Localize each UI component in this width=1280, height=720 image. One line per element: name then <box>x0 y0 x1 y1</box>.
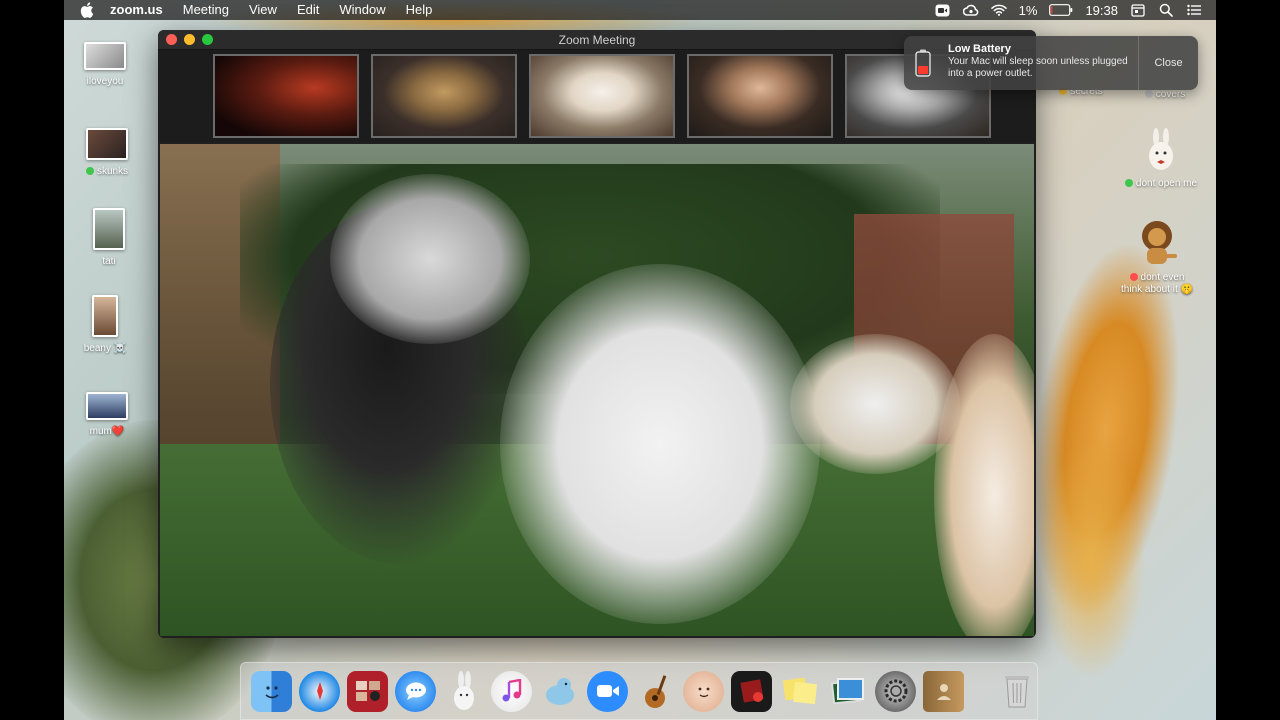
desktop-icon-label-line1: dont even <box>1112 272 1202 284</box>
face-app-icon[interactable] <box>683 670 724 712</box>
desktop-icon-label-line2: think about it 🤫 <box>1121 284 1193 295</box>
participant-tile-4[interactable] <box>687 54 833 138</box>
person-video-tile <box>689 56 831 136</box>
active-speaker-video[interactable] <box>160 144 1034 636</box>
battery-icon[interactable] <box>1049 3 1073 17</box>
finder-icon[interactable] <box>251 670 292 712</box>
low-battery-notification[interactable]: Low Battery Your Mac will sleep soon unl… <box>904 36 1198 90</box>
green-tag-icon <box>85 167 94 175</box>
image-thumbnail <box>93 208 125 250</box>
notification-center-icon[interactable] <box>1186 3 1202 17</box>
desktop-icon-mum[interactable]: mum❤️ <box>62 392 152 438</box>
desktop-icon-label-text: dont open me <box>1135 178 1198 189</box>
menu-edit[interactable]: Edit <box>287 0 329 20</box>
garageband-icon[interactable] <box>635 671 676 712</box>
dog-video-tile <box>373 56 515 136</box>
small-dog <box>790 334 960 474</box>
trash-icon[interactable] <box>996 671 1037 712</box>
photo-booth-icon[interactable] <box>347 670 388 712</box>
person-video-tile <box>215 56 357 136</box>
notification-close-button[interactable]: Close <box>1138 36 1198 90</box>
desktop-icon-beany[interactable]: beany ☠️ <box>60 295 150 355</box>
notification-title: Low Battery <box>948 43 1011 55</box>
desktop-icon-label: iloveyou <box>86 76 124 87</box>
contacts-icon[interactable] <box>923 670 964 712</box>
wallpaper-petal <box>1036 440 1146 680</box>
desktop-icon-label: beany ☠️ <box>83 343 127 354</box>
desktop-icon-dont-open-me[interactable]: dont open me <box>1116 128 1206 190</box>
desktop-icon-label: dont open me <box>1116 178 1206 190</box>
photo-app-icon[interactable] <box>731 670 772 712</box>
maximize-window-button[interactable] <box>202 34 213 45</box>
desktop-icon-label-text: skunks <box>96 166 129 177</box>
notification-message: Your Mac will sleep soon unless plugged … <box>948 56 1128 79</box>
desktop-icon-label: covers <box>1120 89 1210 101</box>
desktop-icon-skunks[interactable]: skunks <box>62 128 152 178</box>
close-window-button[interactable] <box>166 34 177 45</box>
lion-icon <box>1135 218 1179 268</box>
menu-window[interactable]: Window <box>329 0 395 20</box>
zoom-meeting-window: Zoom Meeting <box>158 30 1036 638</box>
dog-video-tile <box>531 56 673 136</box>
image-thumbnail <box>84 42 126 70</box>
seal-app-icon[interactable] <box>539 671 580 712</box>
menu-bar: zoom.us Meeting View Edit Window Help 1%… <box>64 0 1216 20</box>
menu-meeting[interactable]: Meeting <box>173 0 239 20</box>
zoom-status-icon[interactable] <box>935 3 951 17</box>
battery-warning-icon <box>904 36 942 90</box>
image-thumbnail <box>86 392 128 420</box>
green-tag-icon <box>1124 179 1133 187</box>
desktop-icon-label-text: covers <box>1155 89 1186 100</box>
letterbox-left <box>0 0 64 720</box>
preview-icon[interactable] <box>827 671 868 712</box>
system-preferences-icon[interactable] <box>875 670 916 712</box>
participant-tile-2[interactable] <box>371 54 517 138</box>
clock[interactable]: 19:38 <box>1085 3 1118 18</box>
creative-cloud-icon[interactable] <box>962 3 979 17</box>
participant-tile-1[interactable] <box>213 54 359 138</box>
apple-menu-icon[interactable] <box>80 2 94 18</box>
menu-app-zoom[interactable]: zoom.us <box>108 0 173 20</box>
gray-tag-icon <box>1144 90 1153 98</box>
letterbox-right <box>1216 0 1280 720</box>
messages-icon[interactable] <box>395 670 436 712</box>
desktop-icon-tati[interactable]: tati <box>64 208 154 268</box>
stickies-icon[interactable] <box>779 671 820 712</box>
desktop-icon-label: skunks <box>62 166 152 178</box>
menu-view[interactable]: View <box>239 0 287 20</box>
zoom-icon[interactable] <box>587 670 628 712</box>
desktop-icon-iloveyou[interactable]: iloveyou <box>60 42 150 88</box>
bunny-icon <box>1145 128 1177 172</box>
minimize-window-button[interactable] <box>184 34 195 45</box>
white-dog <box>500 264 820 624</box>
desktop-icon-dont-even-think[interactable]: dont even think about it 🤫 <box>1112 218 1202 296</box>
image-thumbnail <box>86 128 128 160</box>
wifi-icon[interactable] <box>990 3 1007 17</box>
red-tag-icon <box>1129 273 1138 281</box>
desktop-icon-label: mum❤️ <box>89 426 125 437</box>
rabbit-app-icon[interactable] <box>443 671 484 712</box>
menu-help[interactable]: Help <box>396 0 443 20</box>
itunes-icon[interactable] <box>491 670 532 712</box>
battery-percent[interactable]: 1% <box>1019 3 1038 18</box>
desktop-icon-covers[interactable]: covers <box>1120 89 1210 101</box>
desktop-icon-label-text: dont even <box>1140 272 1185 283</box>
image-thumbnail <box>92 295 118 337</box>
calendar-icon[interactable] <box>1130 3 1146 17</box>
participant-tile-3[interactable] <box>529 54 675 138</box>
dog-head <box>330 174 530 344</box>
spotlight-search-icon[interactable] <box>1158 3 1174 17</box>
safari-icon[interactable] <box>299 670 340 712</box>
dock <box>240 662 1038 720</box>
desktop-icon-label: tati <box>102 256 116 267</box>
